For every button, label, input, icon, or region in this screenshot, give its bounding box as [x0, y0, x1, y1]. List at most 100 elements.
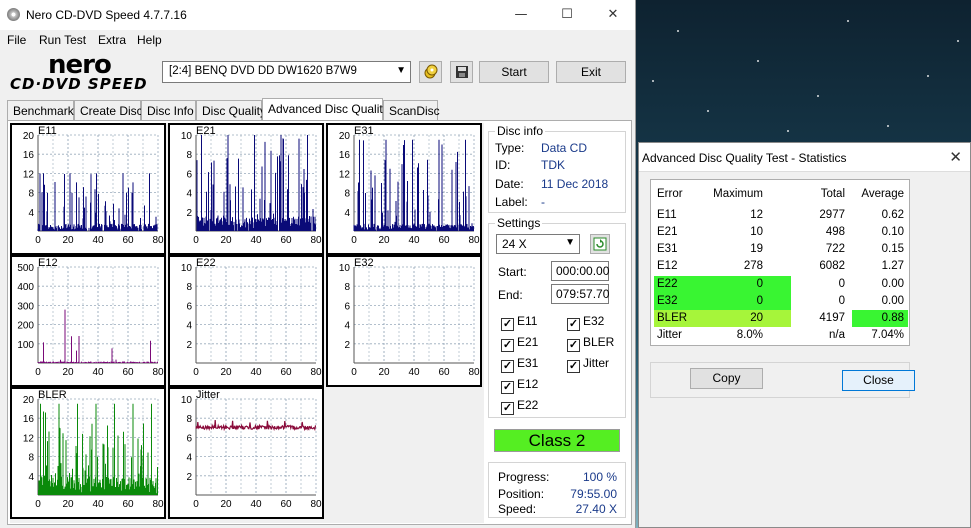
- drive-select[interactable]: [2:4] BENQ DVD DD DW1620 B7W9 ▼: [162, 61, 411, 83]
- stats-cell: 19: [750, 243, 763, 255]
- settings-title: Settings: [495, 216, 543, 230]
- dialog-title: Advanced Disc Quality Test - Statistics: [642, 151, 847, 165]
- check-e21[interactable]: ✓ E21: [501, 335, 538, 352]
- dialog-close-icon[interactable]: ✕: [949, 148, 962, 166]
- tab-create-disc[interactable]: Create Disc: [74, 100, 143, 120]
- y-tick-label: 8: [186, 414, 192, 425]
- check-bler[interactable]: ✓ BLER: [567, 335, 614, 352]
- y-tick-label: 2: [186, 472, 192, 483]
- chart-title: E22: [196, 257, 216, 269]
- date-value: 11 Dec 2018: [541, 177, 609, 191]
- tab-benchmark[interactable]: Benchmark: [7, 100, 74, 120]
- tab-advanced-disc-quality[interactable]: Advanced Disc Quality: [262, 98, 389, 120]
- stats-header-error: Error: [657, 188, 683, 200]
- end-label: End:: [498, 288, 523, 302]
- end-field[interactable]: 079:57.70: [551, 284, 609, 304]
- exit-button[interactable]: Exit: [556, 61, 626, 83]
- check-jitter[interactable]: ✓ Jitter: [567, 356, 609, 373]
- speed-label: Speed:: [498, 502, 537, 516]
- chart-e22: 0 20 40 60 80 2 4 6 8 10 E22: [168, 255, 324, 387]
- save-button[interactable]: [450, 61, 473, 83]
- check-e11[interactable]: ✓ E11: [501, 314, 537, 331]
- check-e12[interactable]: ✓ E12: [501, 377, 538, 394]
- stats-cell: 722: [825, 243, 845, 255]
- stats-cell: 0.62: [881, 209, 904, 221]
- tab-disc-quality[interactable]: Disc Quality: [196, 100, 266, 120]
- y-tick-label: 16: [23, 150, 35, 161]
- main-window: Nero CD-DVD Speed 4.7.7.16 — ☐ ✕ File Ru…: [0, 0, 636, 528]
- dialog-close-button[interactable]: Close: [842, 370, 915, 391]
- x-tick-label: 60: [122, 367, 134, 378]
- cd-dvd-speed-logo: CD·DVD SPEED: [10, 75, 148, 93]
- refresh-speed-button[interactable]: [590, 234, 610, 254]
- position-label: Position:: [498, 487, 545, 501]
- x-tick-label: 20: [62, 367, 74, 378]
- speed-value-readout: 27.40 X: [575, 502, 617, 516]
- x-tick-label: 60: [280, 499, 292, 510]
- speed-select[interactable]: 24 X ▼: [496, 234, 580, 254]
- chart-title: E21: [196, 125, 216, 137]
- chevron-down-icon: ▼: [565, 237, 575, 248]
- menu-bar: File Run Test Extra Help: [0, 30, 635, 50]
- drive-select-value: [2:4] BENQ DVD DD DW1620 B7W9: [169, 65, 357, 77]
- stats-cell: 0.10: [881, 226, 904, 238]
- maximize-button[interactable]: ☐: [544, 2, 590, 28]
- window-title: Nero CD-DVD Speed 4.7.7.16: [26, 8, 187, 22]
- x-tick-label: 40: [408, 235, 420, 246]
- tab-disc-info[interactable]: Disc Info: [141, 100, 196, 120]
- check-e22[interactable]: ✓ E22: [501, 398, 538, 415]
- start-button[interactable]: Start: [479, 61, 549, 83]
- stats-row-e31: E31 19 722 0.15: [651, 241, 909, 258]
- x-tick-label: 0: [193, 235, 199, 246]
- stats-cell: 0: [756, 278, 763, 290]
- y-tick-label: 2: [186, 208, 192, 219]
- stats-cell: E21: [657, 226, 678, 238]
- type-label: Type:: [495, 141, 525, 155]
- disc-info-title: Disc info: [495, 124, 546, 138]
- menu-help[interactable]: Help: [137, 33, 162, 47]
- id-value: TDK: [541, 158, 565, 172]
- id-label: ID:: [495, 158, 511, 172]
- y-tick-label: 8: [344, 189, 350, 200]
- x-tick-label: 0: [351, 367, 357, 378]
- x-tick-label: 80: [468, 235, 480, 246]
- checkbox-checked-icon: ✓: [567, 360, 580, 373]
- stats-cell: 0: [756, 295, 763, 307]
- chart-title: E32: [354, 257, 374, 269]
- y-tick-label: 12: [23, 169, 35, 180]
- stats-cell: 10: [750, 226, 763, 238]
- start-field[interactable]: 000:00.00: [551, 261, 609, 281]
- x-tick-label: 0: [351, 235, 357, 246]
- stats-cell: 2977: [819, 209, 845, 221]
- y-tick-label: 200: [17, 321, 34, 332]
- tab-scandisc[interactable]: ScanDisc: [383, 100, 440, 120]
- check-e32[interactable]: ✓ E32: [567, 314, 604, 331]
- minimize-button[interactable]: —: [498, 2, 544, 28]
- chevron-down-icon: ▼: [396, 65, 406, 76]
- chart-e11: 0 20 40 60 80 4 8 12 16 20 E11: [10, 123, 166, 255]
- stats-cell: E32: [657, 295, 678, 307]
- menu-run-test[interactable]: Run Test: [39, 33, 86, 47]
- label-label: Label:: [495, 195, 528, 209]
- menu-extra[interactable]: Extra: [98, 33, 126, 47]
- check-e31[interactable]: ✓ E31: [501, 356, 538, 373]
- chart-title: E11: [38, 125, 57, 137]
- dialog-title-bar: Advanced Disc Quality Test - Statistics …: [639, 143, 970, 172]
- stats-cell: 7.04%: [871, 329, 904, 341]
- position-value: 79:55.00: [570, 487, 617, 501]
- y-tick-label: 8: [344, 282, 350, 293]
- checkbox-checked-icon: ✓: [567, 318, 580, 331]
- check-e11-label: E11: [517, 314, 538, 328]
- checkbox-checked-icon: ✓: [501, 318, 514, 331]
- checkbox-checked-icon: ✓: [501, 402, 514, 415]
- copy-button[interactable]: Copy: [690, 368, 763, 389]
- menu-file[interactable]: File: [7, 33, 26, 47]
- disc-eject-button[interactable]: [419, 61, 442, 83]
- close-button[interactable]: ✕: [590, 2, 635, 28]
- stats-header-row: Error Maximum Total Average: [651, 186, 909, 203]
- progress-label: Progress:: [498, 470, 550, 484]
- x-tick-label: 40: [92, 499, 104, 510]
- y-tick-label: 20: [23, 131, 35, 142]
- charts-grid: 0 20 40 60 80 4 8 12 16 20 E11 0 20 40 60 80 2 4 6 8 10 E21 0 2…: [10, 123, 484, 523]
- y-tick-label: 2: [344, 340, 350, 351]
